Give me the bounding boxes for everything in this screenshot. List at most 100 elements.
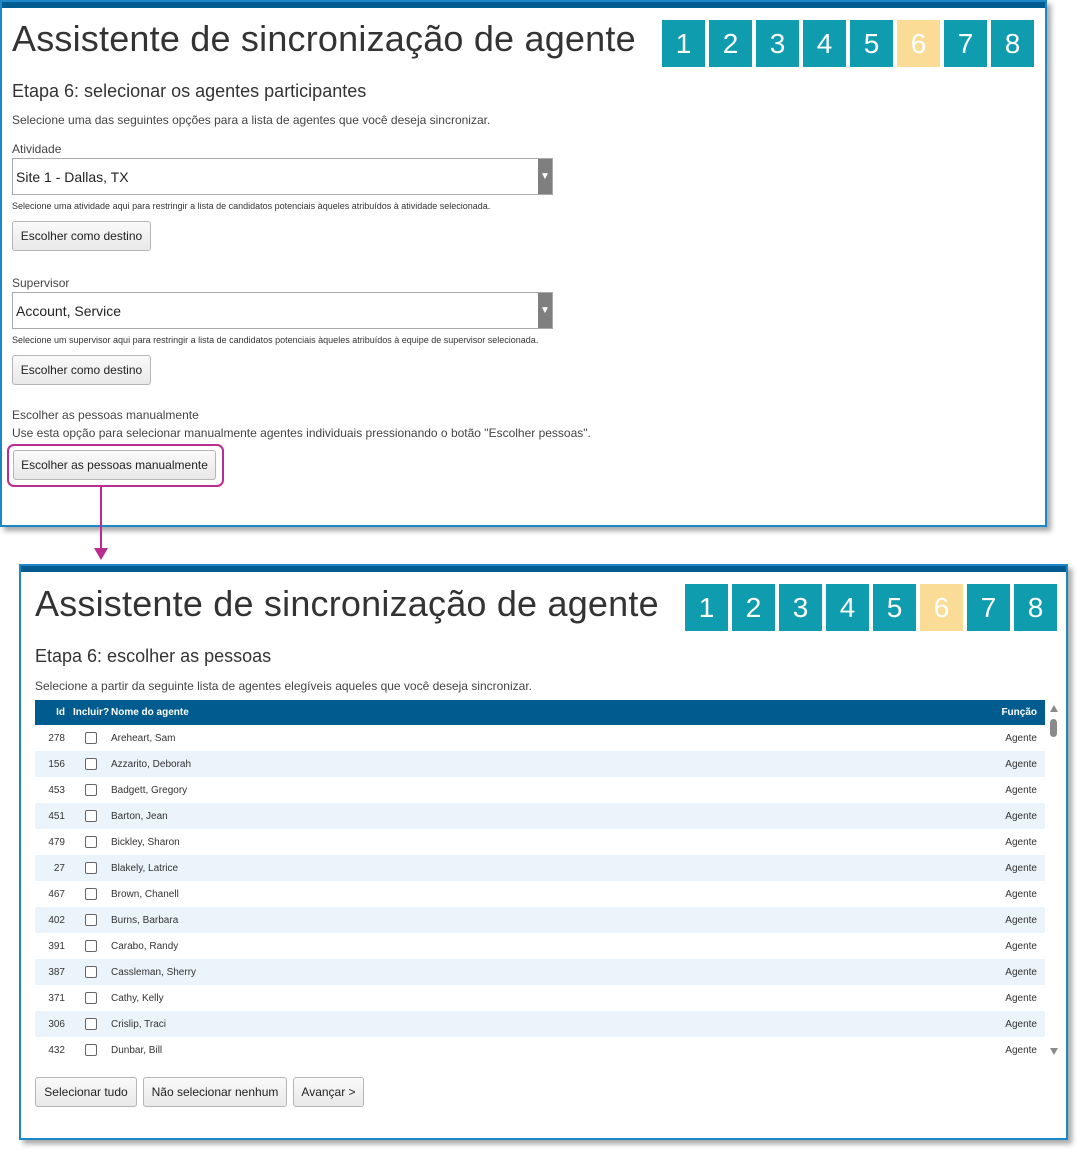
scroll-down-icon[interactable]: [1050, 1048, 1058, 1055]
step-7[interactable]: 7: [944, 20, 987, 67]
include-cell: [71, 855, 111, 881]
table-row[interactable]: 453 Badgett, Gregory Agente: [35, 777, 1045, 803]
agent-function: Agente: [1005, 810, 1037, 822]
agent-name: Brown, Chanell: [111, 888, 179, 900]
supervisor-select-value: Account, Service: [16, 303, 122, 319]
include-checkbox[interactable]: [85, 758, 97, 770]
include-checkbox[interactable]: [85, 836, 97, 848]
table-row[interactable]: 371 Cathy, Kelly Agente: [35, 985, 1045, 1011]
agent-function: Agente: [1005, 1044, 1037, 1056]
activity-choose-target-button[interactable]: Escolher como destino: [12, 221, 151, 251]
panel-top-bar: [2, 2, 1045, 8]
agent-name: Cathy, Kelly: [111, 992, 164, 1004]
wizard-panel-step6-choose-people: Assistente de sincronização de agente 12…: [19, 564, 1068, 1140]
step-4[interactable]: 4: [803, 20, 846, 67]
step-intro: Selecione uma das seguintes opções para …: [12, 113, 491, 127]
step-6[interactable]: 6: [920, 584, 963, 631]
step-7[interactable]: 7: [967, 584, 1010, 631]
agent-name: Bickley, Sharon: [111, 836, 180, 848]
agent-id: 387: [48, 966, 65, 978]
include-checkbox[interactable]: [85, 888, 97, 900]
table-row[interactable]: 27 Blakely, Latrice Agente: [35, 855, 1045, 881]
panel-top-bar: [21, 566, 1066, 572]
scroll-thumb[interactable]: [1050, 719, 1057, 737]
agent-name: Areheart, Sam: [111, 732, 176, 744]
step-5[interactable]: 5: [873, 584, 916, 631]
step-8[interactable]: 8: [991, 20, 1034, 67]
include-checkbox[interactable]: [85, 862, 97, 874]
column-header-agent-name[interactable]: Nome do agente: [111, 700, 911, 725]
activity-select[interactable]: Site 1 - Dallas, TX ▼: [12, 158, 553, 195]
include-checkbox[interactable]: [85, 1018, 97, 1030]
step-5[interactable]: 5: [850, 20, 893, 67]
next-button[interactable]: Avançar >: [293, 1077, 364, 1107]
chevron-down-icon[interactable]: ▼: [538, 293, 552, 328]
include-checkbox[interactable]: [85, 992, 97, 1004]
include-checkbox[interactable]: [85, 1044, 97, 1056]
step-1[interactable]: 1: [662, 20, 705, 67]
agent-id: 306: [48, 1018, 65, 1030]
step-6[interactable]: 6: [897, 20, 940, 67]
agent-name: Crislip, Traci: [111, 1018, 167, 1030]
include-checkbox[interactable]: [85, 940, 97, 952]
agent-name: Azzarito, Deborah: [111, 758, 192, 770]
include-cell: [71, 959, 111, 985]
step-8[interactable]: 8: [1014, 584, 1057, 631]
agent-name: Burns, Barbara: [111, 914, 179, 926]
step-3[interactable]: 3: [756, 20, 799, 67]
table-row[interactable]: 387 Cassleman, Sherry Agente: [35, 959, 1045, 985]
activity-help: Selecione uma atividade aqui para restri…: [12, 201, 491, 211]
agent-id: 371: [48, 992, 65, 1004]
agent-function: Agente: [1005, 940, 1037, 952]
step-subtitle: Etapa 6: selecionar os agentes participa…: [12, 81, 367, 101]
table-row[interactable]: 402 Burns, Barbara Agente: [35, 907, 1045, 933]
select-none-button[interactable]: Não selecionar nenhum: [143, 1077, 287, 1107]
include-checkbox[interactable]: [85, 784, 97, 796]
agent-function: Agente: [1005, 784, 1037, 796]
include-cell: [71, 725, 111, 751]
include-cell: [71, 881, 111, 907]
column-header-include[interactable]: Incluir?: [71, 700, 111, 725]
agent-id: 467: [48, 888, 65, 900]
agent-id: 27: [53, 862, 65, 874]
step-2[interactable]: 2: [709, 20, 752, 67]
include-checkbox[interactable]: [85, 732, 97, 744]
agent-id: 278: [48, 732, 65, 744]
table-scrollbar[interactable]: [1048, 705, 1060, 1055]
manual-label: Escolher as pessoas manualmente: [12, 408, 199, 422]
callout-connector-line: [100, 486, 102, 548]
include-checkbox[interactable]: [85, 966, 97, 978]
arrow-down-icon: [94, 548, 108, 560]
step-intro: Selecione a partir da seguinte lista de …: [35, 679, 532, 693]
include-cell: [71, 1011, 111, 1037]
include-checkbox[interactable]: [85, 810, 97, 822]
chevron-down-icon[interactable]: ▼: [538, 159, 552, 194]
select-all-button[interactable]: Selecionar tudo: [35, 1077, 137, 1107]
table-row[interactable]: 451 Barton, Jean Agente: [35, 803, 1045, 829]
activity-select-value: Site 1 - Dallas, TX: [16, 169, 129, 185]
supervisor-choose-target-button[interactable]: Escolher como destino: [12, 355, 151, 385]
table-row[interactable]: 278 Areheart, Sam Agente: [35, 725, 1045, 751]
column-header-id[interactable]: Id: [35, 700, 71, 725]
step-2[interactable]: 2: [732, 584, 775, 631]
agent-id: 391: [48, 940, 65, 952]
agent-name: Dunbar, Bill: [111, 1044, 163, 1056]
agent-id: 479: [48, 836, 65, 848]
agent-function: Agente: [1005, 888, 1037, 900]
table-row[interactable]: 432 Dunbar, Bill Agente: [35, 1037, 1045, 1063]
agent-id: 402: [48, 914, 65, 926]
step-4[interactable]: 4: [826, 584, 869, 631]
include-checkbox[interactable]: [85, 914, 97, 926]
step-3[interactable]: 3: [779, 584, 822, 631]
scroll-up-icon[interactable]: [1050, 705, 1058, 712]
column-header-function[interactable]: Função: [911, 700, 1045, 725]
supervisor-select[interactable]: Account, Service ▼: [12, 292, 553, 329]
table-row[interactable]: 391 Carabo, Randy Agente: [35, 933, 1045, 959]
agent-function: Agente: [1005, 966, 1037, 978]
step-indicator: 12345678: [662, 20, 1034, 67]
step-1[interactable]: 1: [685, 584, 728, 631]
table-row[interactable]: 156 Azzarito, Deborah Agente: [35, 751, 1045, 777]
table-row[interactable]: 479 Bickley, Sharon Agente: [35, 829, 1045, 855]
table-row[interactable]: 467 Brown, Chanell Agente: [35, 881, 1045, 907]
table-row[interactable]: 306 Crislip, Traci Agente: [35, 1011, 1045, 1037]
